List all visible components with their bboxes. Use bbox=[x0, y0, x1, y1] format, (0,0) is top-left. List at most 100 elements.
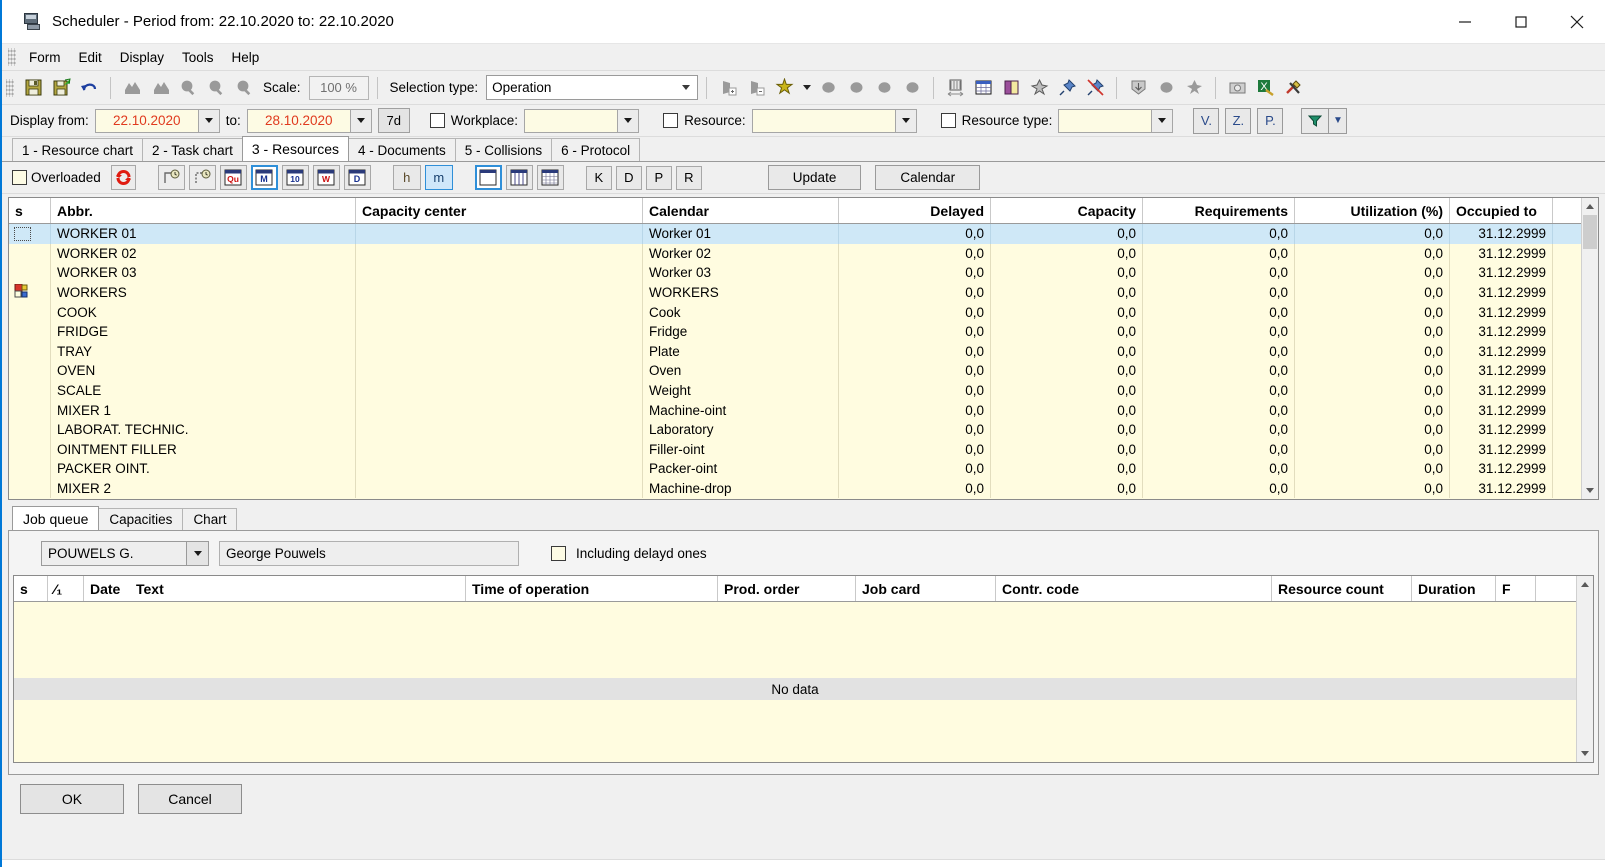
col-header-capacity-center[interactable]: Capacity center bbox=[356, 198, 643, 223]
resource-grid-scrollbar[interactable] bbox=[1581, 198, 1598, 499]
view-z-button[interactable]: Z. bbox=[1225, 108, 1251, 134]
star-icon[interactable] bbox=[771, 75, 797, 101]
table-row[interactable]: PACKER OINT.Packer-oint0,00,00,00,031.12… bbox=[9, 459, 1598, 479]
workplace-select[interactable] bbox=[524, 109, 639, 133]
excel-export-icon[interactable]: X bbox=[1252, 75, 1278, 101]
table-row[interactable]: WORKER 01Worker 010,00,00,00,031.12.2999 bbox=[9, 224, 1598, 244]
worker-select[interactable]: POUWELS G. bbox=[41, 541, 209, 566]
col-header-utilization[interactable]: Utilization (%) bbox=[1295, 198, 1450, 223]
table-icon[interactable] bbox=[970, 75, 996, 101]
tab-documents[interactable]: 4 - Documents bbox=[348, 138, 456, 161]
maximize-button[interactable] bbox=[1493, 0, 1549, 44]
job-queue-scrollbar[interactable] bbox=[1576, 576, 1593, 762]
refresh-red-icon[interactable] bbox=[111, 165, 136, 190]
qcol-header-resource-count[interactable]: Resource count bbox=[1272, 576, 1412, 601]
day-view-icon[interactable]: D bbox=[344, 165, 371, 190]
table-row[interactable]: OINTMENT FILLERFiller-oint0,00,00,00,031… bbox=[9, 440, 1598, 460]
col-header-calendar[interactable]: Calendar bbox=[643, 198, 839, 223]
unit-hour-button[interactable]: h bbox=[393, 165, 421, 190]
qcol-header-prod-order[interactable]: Prod. order bbox=[718, 576, 856, 601]
col-header-delayed[interactable]: Delayed bbox=[839, 198, 991, 223]
minimize-button[interactable] bbox=[1437, 0, 1493, 44]
selection-type-select[interactable]: Operation bbox=[486, 75, 698, 100]
table-row[interactable]: MIXER 2Machine-drop0,00,00,00,031.12.299… bbox=[9, 479, 1598, 499]
filter-dropdown-icon[interactable]: ▼ bbox=[1329, 108, 1347, 134]
unpin-icon[interactable] bbox=[1082, 75, 1108, 101]
save-as-icon[interactable] bbox=[48, 75, 74, 101]
col-header-abbr[interactable]: Abbr. bbox=[51, 198, 356, 223]
unit-minute-button[interactable]: m bbox=[425, 165, 453, 190]
qcol-header-text[interactable]: Text bbox=[136, 576, 466, 601]
menu-help[interactable]: Help bbox=[223, 47, 269, 68]
table-row[interactable]: LABORAT. TECHNIC.Laboratory0,00,00,00,03… bbox=[9, 420, 1598, 440]
goto-time-dotted-icon[interactable] bbox=[189, 165, 216, 190]
display-to-control[interactable]: 28.10.2020 bbox=[247, 109, 372, 133]
scroll-down-button[interactable] bbox=[1582, 482, 1598, 499]
qcol-header-flag[interactable]: ⁄₁ bbox=[48, 576, 84, 601]
bottom-tab-chart[interactable]: Chart bbox=[182, 508, 237, 530]
display-from-control[interactable]: 22.10.2020 bbox=[95, 109, 220, 133]
scale-input[interactable]: 100 % bbox=[309, 76, 369, 100]
table-row[interactable]: WORKER 02Worker 020,00,00,00,031.12.2999 bbox=[9, 244, 1598, 264]
display-from-input[interactable]: 22.10.2020 bbox=[95, 109, 199, 133]
table-row[interactable]: SCALEWeight0,00,00,00,031.12.2999 bbox=[9, 381, 1598, 401]
single-pane-icon[interactable] bbox=[475, 165, 502, 190]
resource-select[interactable] bbox=[752, 109, 917, 133]
mode-p-button[interactable]: P bbox=[646, 166, 672, 190]
table-row[interactable]: WORKER 03Worker 030,00,00,00,031.12.2999 bbox=[9, 263, 1598, 283]
week-view-icon[interactable]: W bbox=[313, 165, 340, 190]
queue-scroll-track[interactable] bbox=[1577, 593, 1593, 745]
cancel-button[interactable]: Cancel bbox=[138, 784, 242, 814]
mode-d-button[interactable]: D bbox=[616, 166, 642, 190]
view-p-button[interactable]: P. bbox=[1257, 108, 1283, 134]
col-header-occupied-to[interactable]: Occupied to bbox=[1450, 198, 1553, 223]
range-7d-button[interactable]: 7d bbox=[378, 108, 410, 133]
tab-resources[interactable]: 3 - Resources bbox=[242, 136, 349, 161]
qcol-header-duration[interactable]: Duration bbox=[1412, 576, 1496, 601]
table-row[interactable]: WORKERSWORKERS0,00,00,00,031.12.2999 bbox=[9, 283, 1598, 303]
book-icon[interactable] bbox=[998, 75, 1024, 101]
including-delayed-checkbox[interactable] bbox=[551, 546, 566, 561]
pin-icon[interactable] bbox=[1054, 75, 1080, 101]
menu-edit[interactable]: Edit bbox=[70, 47, 111, 68]
tools-icon[interactable] bbox=[1280, 75, 1306, 101]
col-header-s[interactable]: s bbox=[9, 198, 51, 223]
goto-time-icon[interactable] bbox=[158, 165, 185, 190]
calendar-button[interactable]: Calendar bbox=[875, 165, 980, 190]
workplace-dropdown-icon[interactable] bbox=[617, 110, 638, 132]
tab-resource-chart[interactable]: 1 - Resource chart bbox=[12, 138, 143, 161]
update-button[interactable]: Update bbox=[768, 165, 862, 190]
month-view-icon[interactable]: M bbox=[251, 165, 278, 190]
queue-scroll-up-button[interactable] bbox=[1577, 576, 1593, 593]
qcol-header-contr-code[interactable]: Contr. code bbox=[996, 576, 1272, 601]
ok-button[interactable]: OK bbox=[20, 784, 124, 814]
resource-dropdown-icon[interactable] bbox=[895, 110, 916, 132]
qcol-header-time-of-operation[interactable]: Time of operation bbox=[466, 576, 718, 601]
decade-view-icon[interactable]: 10 bbox=[282, 165, 309, 190]
table-row[interactable]: TRAYPlate0,00,00,00,031.12.2999 bbox=[9, 342, 1598, 362]
grid-icon[interactable] bbox=[537, 165, 564, 190]
tab-collisions[interactable]: 5 - Collisions bbox=[455, 138, 552, 161]
display-to-dropdown[interactable] bbox=[351, 109, 372, 133]
columns-icon[interactable] bbox=[506, 165, 533, 190]
col-header-requirements[interactable]: Requirements bbox=[1143, 198, 1295, 223]
scroll-thumb[interactable] bbox=[1583, 215, 1597, 249]
view-v-button[interactable]: V. bbox=[1193, 108, 1219, 134]
scroll-track[interactable] bbox=[1582, 215, 1598, 482]
resource-checkbox[interactable] bbox=[663, 113, 678, 128]
resource-type-select[interactable] bbox=[1058, 109, 1173, 133]
network-icon[interactable] bbox=[1026, 75, 1052, 101]
scroll-up-button[interactable] bbox=[1582, 198, 1598, 215]
mode-k-button[interactable]: K bbox=[586, 166, 612, 190]
table-row[interactable]: FRIDGEFridge0,00,00,00,031.12.2999 bbox=[9, 322, 1598, 342]
funnel-icon[interactable] bbox=[1301, 108, 1329, 134]
table-row[interactable]: COOKCook0,00,00,00,031.12.2999 bbox=[9, 302, 1598, 322]
display-from-dropdown[interactable] bbox=[199, 109, 220, 133]
menu-gripper[interactable] bbox=[8, 48, 16, 66]
qcol-header-s[interactable]: s bbox=[14, 576, 48, 601]
overloaded-checkbox[interactable] bbox=[12, 170, 27, 185]
save-icon[interactable] bbox=[20, 75, 46, 101]
display-to-input[interactable]: 28.10.2020 bbox=[247, 109, 351, 133]
qcol-header-job-card[interactable]: Job card bbox=[856, 576, 996, 601]
workplace-checkbox[interactable] bbox=[430, 113, 445, 128]
